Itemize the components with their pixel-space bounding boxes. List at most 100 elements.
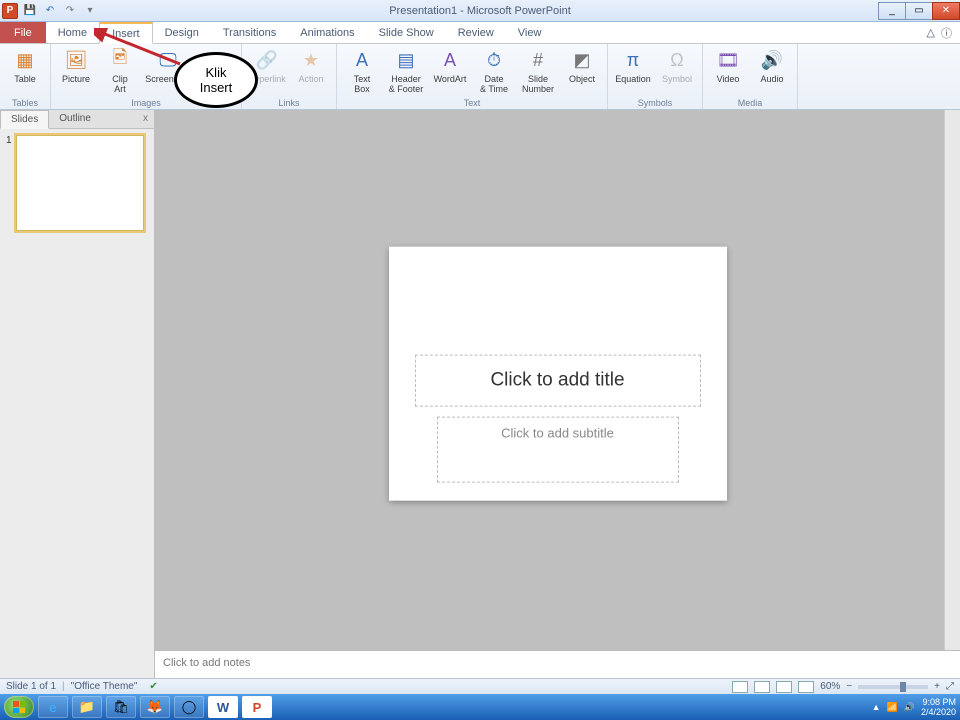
audio-button[interactable]: 🔊 Audio (751, 46, 793, 84)
tab-view[interactable]: View (506, 22, 554, 43)
taskbar-word[interactable]: W (208, 696, 238, 718)
notes-pane[interactable]: Click to add notes (155, 650, 960, 678)
slide-thumbnail-1[interactable]: 1 (6, 135, 148, 231)
group-symbols: π Equation Ω Symbol Symbols (608, 44, 703, 109)
status-bar: Slide 1 of 1 | "Office Theme" ✔ 60% − + … (0, 678, 960, 694)
equation-button[interactable]: π Equation (612, 46, 654, 84)
taskbar-ie[interactable]: e (38, 696, 68, 718)
slide-counter: Slide 1 of 1 (6, 681, 56, 692)
action-icon: ★ (297, 48, 325, 72)
slide-number-icon: # (524, 48, 552, 72)
undo-icon[interactable]: ↶ (42, 3, 58, 19)
help-icon[interactable]: ⓘ (941, 25, 952, 41)
zoom-slider[interactable] (858, 685, 928, 689)
system-tray: ▲ 📶 🔊 9:08 PM 2/4/2020 (872, 697, 956, 717)
thumbnail-preview[interactable] (16, 135, 144, 231)
taskbar-powerpoint[interactable]: P (242, 696, 272, 718)
tray-volume-icon[interactable]: 🔊 (904, 702, 915, 713)
save-icon[interactable]: 💾 (22, 3, 38, 19)
slides-pane: Slides Outline x 1 (0, 110, 155, 678)
header-footer-icon: ▤ (392, 48, 420, 72)
ribbon-help[interactable]: △ ⓘ (919, 22, 960, 43)
header-footer-button[interactable]: ▤ Header & Footer (385, 46, 427, 94)
workspace: Slides Outline x 1 Click to add title Cl… (0, 110, 960, 678)
normal-view-button[interactable] (732, 681, 748, 693)
start-button[interactable] (4, 696, 34, 718)
windows-taskbar: e 📁 🛍 🦊 ◯ W P ▲ 📶 🔊 9:08 PM 2/4/2020 (0, 694, 960, 720)
textbox-icon: A (348, 48, 376, 72)
taskbar-firefox[interactable]: 🦊 (140, 696, 170, 718)
group-label-links: Links (242, 98, 336, 109)
table-button[interactable]: ▦ Table (4, 46, 46, 84)
date-time-icon: ⏱ (480, 48, 508, 72)
slide-editor: Click to add title Click to add subtitle… (155, 110, 960, 678)
tab-transitions[interactable]: Transitions (211, 22, 288, 43)
video-button[interactable]: 🎞 Video (707, 46, 749, 84)
taskbar-explorer[interactable]: 📁 (72, 696, 102, 718)
textbox-button[interactable]: A Text Box (341, 46, 383, 94)
group-label-media: Media (703, 98, 797, 109)
symbol-button: Ω Symbol (656, 46, 698, 84)
group-text: A Text Box ▤ Header & Footer A WordArt ⏱… (337, 44, 608, 109)
slides-tab[interactable]: Slides (0, 110, 49, 129)
sorter-view-button[interactable] (754, 681, 770, 693)
audio-icon: 🔊 (758, 48, 786, 72)
object-icon: ◩ (568, 48, 596, 72)
subtitle-placeholder[interactable]: Click to add subtitle (437, 417, 679, 483)
slide-number-button[interactable]: # Slide Number (517, 46, 559, 94)
tray-network-icon[interactable]: 📶 (887, 702, 898, 713)
zoom-percent: 60% (820, 681, 840, 692)
taskbar-chrome[interactable]: ◯ (174, 696, 204, 718)
slideshow-view-button[interactable] (798, 681, 814, 693)
title-placeholder[interactable]: Click to add title (415, 355, 701, 407)
window-title: Presentation1 - Microsoft PowerPoint (389, 5, 571, 17)
group-label-symbols: Symbols (608, 98, 702, 109)
maximize-button[interactable]: ▭ (905, 2, 933, 20)
fit-to-window-button[interactable]: ⤢ (946, 681, 954, 692)
close-pane-button[interactable]: x (137, 110, 154, 128)
tab-file[interactable]: File (0, 22, 46, 43)
group-tables: ▦ Table Tables (0, 44, 51, 109)
tab-animations[interactable]: Animations (288, 22, 366, 43)
group-media: 🎞 Video 🔊 Audio Media (703, 44, 798, 109)
close-button[interactable]: ✕ (932, 2, 960, 20)
annotation-callout: Klik Insert (174, 52, 258, 108)
taskbar-store[interactable]: 🛍 (106, 696, 136, 718)
action-button: ★ Action (290, 46, 332, 84)
windows-logo-icon (13, 701, 25, 713)
app-icon: P (2, 3, 18, 19)
wordart-icon: A (436, 48, 464, 72)
vertical-scrollbar[interactable] (944, 110, 960, 650)
tab-review[interactable]: Review (446, 22, 506, 43)
picture-icon: 🖼 (62, 48, 90, 72)
date-time-button[interactable]: ⏱ Date & Time (473, 46, 515, 94)
wordart-button[interactable]: A WordArt (429, 46, 471, 84)
minimize-ribbon-icon[interactable]: △ (927, 26, 935, 39)
minimize-button[interactable]: _ (878, 2, 906, 20)
qat-dropdown-icon[interactable]: ▾ (82, 3, 98, 19)
theme-name: "Office Theme" (71, 681, 138, 692)
picture-button[interactable]: 🖼 Picture (55, 46, 97, 84)
hyperlink-icon: 🔗 (253, 48, 281, 72)
tab-slide-show[interactable]: Slide Show (367, 22, 446, 43)
video-icon: 🎞 (714, 48, 742, 72)
object-button[interactable]: ◩ Object (561, 46, 603, 84)
annotation-arrow (94, 28, 184, 68)
symbol-icon: Ω (663, 48, 691, 72)
zoom-out-button[interactable]: − (846, 681, 852, 692)
quick-access-toolbar: P 💾 ↶ ↷ ▾ (0, 3, 98, 19)
zoom-in-button[interactable]: + (934, 681, 940, 692)
table-icon: ▦ (11, 48, 39, 72)
tray-flag-icon[interactable]: ▲ (872, 702, 881, 712)
spellcheck-icon[interactable]: ✔ (149, 681, 157, 692)
group-label-tables: Tables (0, 98, 50, 109)
thumbnail-number: 1 (6, 135, 16, 231)
outline-tab[interactable]: Outline (49, 110, 101, 128)
reading-view-button[interactable] (776, 681, 792, 693)
redo-icon[interactable]: ↷ (62, 3, 78, 19)
tab-home[interactable]: Home (46, 22, 99, 43)
equation-icon: π (619, 48, 647, 72)
tray-clock[interactable]: 9:08 PM 2/4/2020 (921, 697, 956, 717)
slide-canvas[interactable]: Click to add title Click to add subtitle (389, 247, 727, 501)
window-titlebar: P 💾 ↶ ↷ ▾ Presentation1 - Microsoft Powe… (0, 0, 960, 22)
